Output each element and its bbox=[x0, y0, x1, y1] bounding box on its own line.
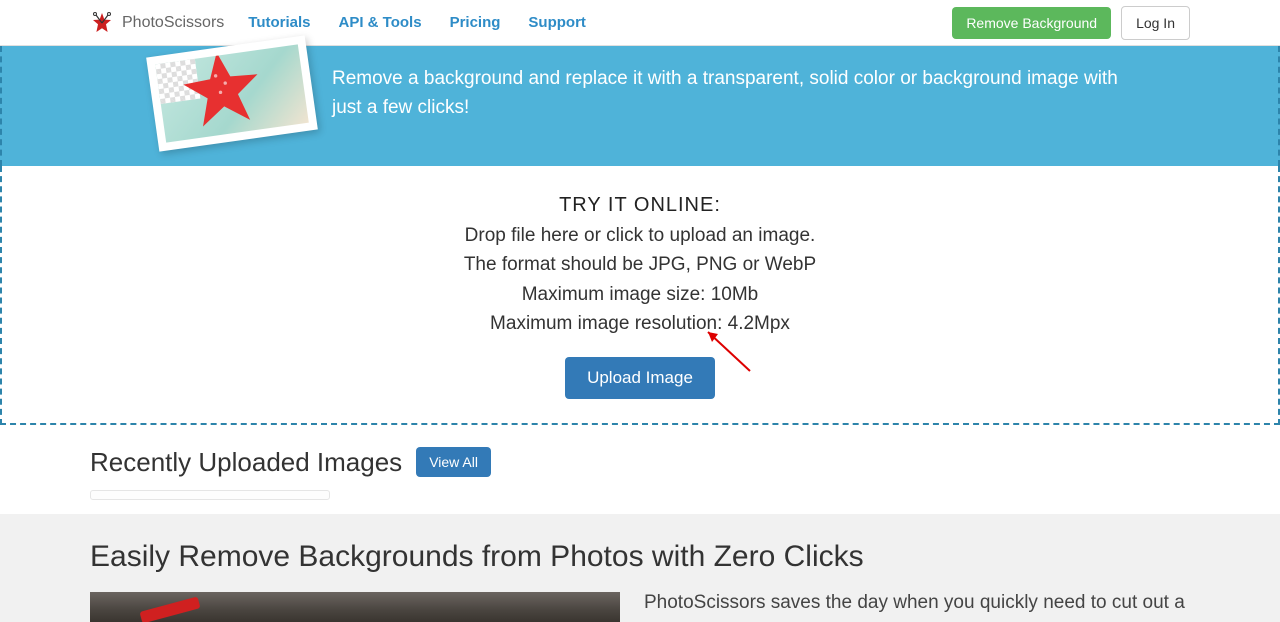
bottom-title: Easily Remove Backgrounds from Photos wi… bbox=[90, 540, 1190, 574]
bottom-section: Easily Remove Backgrounds from Photos wi… bbox=[0, 514, 1280, 622]
bottom-sample-image bbox=[90, 592, 620, 622]
upload-dropzone[interactable]: TRY IT ONLINE: Drop file here or click t… bbox=[0, 166, 1280, 425]
starfish-icon bbox=[174, 44, 270, 136]
hero-sample-image bbox=[146, 35, 318, 151]
recent-section: Recently Uploaded Images View All bbox=[0, 425, 1280, 514]
remove-background-button[interactable]: Remove Background bbox=[952, 7, 1111, 39]
upload-image-button[interactable]: Upload Image bbox=[565, 357, 715, 399]
recent-title: Recently Uploaded Images bbox=[90, 447, 402, 478]
header: PhotoScissors Tutorials API & Tools Pric… bbox=[0, 0, 1280, 46]
try-title: TRY IT ONLINE: bbox=[22, 194, 1258, 217]
nav-tutorials[interactable]: Tutorials bbox=[248, 14, 310, 31]
view-all-button[interactable]: View All bbox=[416, 447, 491, 477]
nav-support[interactable]: Support bbox=[528, 14, 586, 31]
try-line-format: The format should be JPG, PNG or WebP bbox=[22, 250, 1258, 279]
hero-text: Remove a background and replace it with … bbox=[332, 65, 1132, 122]
bottom-text: PhotoScissors saves the day when you qui… bbox=[644, 592, 1190, 614]
nav-links: Tutorials API & Tools Pricing Support bbox=[248, 14, 586, 31]
logo-text: PhotoScissors bbox=[122, 14, 224, 32]
nav-api-tools[interactable]: API & Tools bbox=[339, 14, 422, 31]
logo-area[interactable]: PhotoScissors bbox=[90, 11, 248, 35]
thumb-placeholder bbox=[90, 490, 330, 500]
try-line-drop: Drop file here or click to upload an ima… bbox=[22, 221, 1258, 250]
recent-thumbs bbox=[90, 490, 1190, 500]
header-right: Remove Background Log In bbox=[952, 6, 1190, 40]
try-line-resolution: Maximum image resolution: 4.2Mpx bbox=[22, 309, 1258, 338]
scissors-star-icon bbox=[90, 11, 114, 35]
try-line-size: Maximum image size: 10Mb bbox=[22, 280, 1258, 309]
nav-pricing[interactable]: Pricing bbox=[450, 14, 501, 31]
hero-banner: Remove a background and replace it with … bbox=[0, 46, 1280, 166]
login-button[interactable]: Log In bbox=[1121, 6, 1190, 40]
